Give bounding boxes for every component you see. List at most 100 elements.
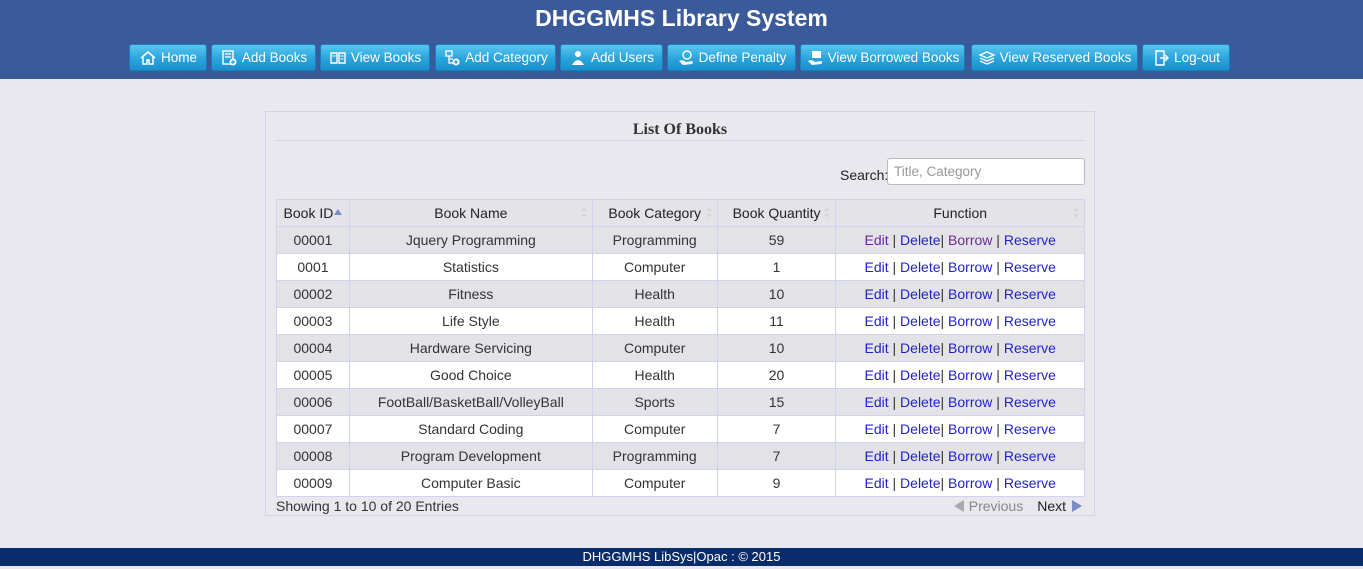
separator: |	[940, 475, 945, 491]
footer: DHGGMHS LibSys|Opac : © 2015	[0, 548, 1363, 566]
cell-book-category: Programming	[591, 226, 718, 254]
separator: |	[892, 394, 897, 410]
table-row: 00004 Hardware Servicing Computer 10 Edit | …	[276, 334, 1085, 362]
table-row: 00006 FootBall/BasketBall/VolleyBall Sport…	[276, 388, 1085, 416]
nav-view-books-button[interactable]: View Books	[320, 44, 430, 71]
column-header-book-name[interactable]: Book Name	[348, 199, 593, 227]
delete-link[interactable]: Delete	[900, 421, 940, 437]
delete-link[interactable]: Delete	[900, 286, 940, 302]
separator: |	[940, 232, 945, 248]
reserve-link[interactable]: Reserve	[1004, 367, 1056, 383]
nav-add-users-button[interactable]: Add Users	[560, 44, 663, 71]
cell-book-quantity: 7	[716, 442, 837, 470]
edit-link[interactable]: Edit	[865, 367, 889, 383]
edit-link[interactable]: Edit	[865, 232, 889, 248]
reserve-link[interactable]: Reserve	[1004, 340, 1056, 356]
reserve-link[interactable]: Reserve	[1004, 475, 1056, 491]
column-header-book-quantity[interactable]: Book Quantity	[716, 199, 837, 227]
separator: |	[996, 286, 1000, 302]
edit-link[interactable]: Edit	[865, 286, 889, 302]
borrow-link[interactable]: Borrow	[948, 394, 992, 410]
reserve-link[interactable]: Reserve	[1004, 286, 1056, 302]
header-bar: DHGGMHS Library System Home Add Books View…	[0, 0, 1363, 79]
nav-add-books-button[interactable]: Add Books	[211, 44, 316, 71]
edit-link[interactable]: Edit	[865, 340, 889, 356]
separator: |	[892, 286, 897, 302]
cell-book-category: Computer	[591, 469, 718, 497]
add-book-icon	[222, 49, 237, 65]
edit-link[interactable]: Edit	[865, 475, 889, 491]
nav-define-penalty-button[interactable]: Define Penalty	[667, 44, 796, 71]
nav-home-button[interactable]: Home	[129, 44, 207, 71]
edit-link[interactable]: Edit	[865, 313, 889, 329]
delete-link[interactable]: Delete	[900, 367, 940, 383]
panel-title: List Of Books	[276, 121, 1084, 141]
nav-log-out-button[interactable]: Log-out	[1142, 44, 1230, 71]
edit-link[interactable]: Edit	[865, 394, 889, 410]
entries-info: Showing 1 to 10 of 20 Entries	[276, 498, 459, 514]
cell-book-id: 00007	[276, 415, 350, 443]
reserve-link[interactable]: Reserve	[1004, 232, 1056, 248]
cell-book-category: Health	[591, 361, 718, 389]
previous-page-button[interactable]: Previous	[953, 498, 1024, 514]
column-header-book-category[interactable]: Book Category	[591, 199, 718, 227]
cell-book-quantity: 15	[716, 388, 837, 416]
table-row: 00009 Computer Basic Computer 9 Edit | Delet…	[276, 469, 1085, 497]
delete-link[interactable]: Delete	[900, 448, 940, 464]
cell-book-id: 00009	[276, 469, 350, 497]
nav-label: Define Penalty	[698, 50, 787, 65]
delete-link[interactable]: Delete	[900, 340, 940, 356]
separator: |	[892, 421, 897, 437]
cell-book-quantity: 9	[716, 469, 837, 497]
cell-function: Edit | Delete| Borrow | Reserve	[835, 361, 1085, 389]
delete-link[interactable]: Delete	[900, 232, 940, 248]
cell-function: Edit | Delete| Borrow | Reserve	[835, 442, 1085, 470]
delete-link[interactable]: Delete	[900, 475, 940, 491]
edit-link[interactable]: Edit	[865, 421, 889, 437]
edit-link[interactable]: Edit	[865, 448, 889, 464]
delete-link[interactable]: Delete	[900, 259, 940, 275]
cell-book-category: Health	[591, 280, 718, 308]
borrow-link[interactable]: Borrow	[948, 475, 992, 491]
reserve-link[interactable]: Reserve	[1004, 394, 1056, 410]
next-page-button[interactable]: Next	[1037, 498, 1082, 514]
separator: |	[892, 340, 897, 356]
separator: |	[892, 259, 897, 275]
cell-book-id: 0001	[276, 253, 350, 281]
reserve-link[interactable]: Reserve	[1004, 421, 1056, 437]
app-title: DHGGMHS Library System	[535, 5, 828, 31]
nav-view-reserved-books-button[interactable]: View Reserved Books	[971, 44, 1138, 71]
borrow-link[interactable]: Borrow	[948, 286, 992, 302]
borrow-link[interactable]: Borrow	[948, 259, 992, 275]
nav-add-category-button[interactable]: Add Category	[435, 44, 556, 71]
column-header-book-id[interactable]: Book ID	[276, 199, 350, 227]
pagination: Previous Next	[953, 498, 1082, 514]
delete-link[interactable]: Delete	[900, 313, 940, 329]
separator: |	[940, 259, 945, 275]
column-header-function[interactable]: Function	[835, 199, 1085, 227]
reserve-link[interactable]: Reserve	[1004, 313, 1056, 329]
borrow-link[interactable]: Borrow	[948, 232, 992, 248]
search-label: Search:	[840, 167, 889, 183]
reserve-link[interactable]: Reserve	[1004, 448, 1056, 464]
table-row: 00003 Life Style Health 11 Edit | Delete| Bo…	[276, 307, 1085, 335]
reserve-link[interactable]: Reserve	[1004, 259, 1056, 275]
nav-label: View Books	[350, 50, 422, 65]
delete-link[interactable]: Delete	[900, 394, 940, 410]
separator: |	[892, 367, 897, 383]
borrow-link[interactable]: Borrow	[948, 367, 992, 383]
borrow-link[interactable]: Borrow	[948, 313, 992, 329]
separator: |	[892, 475, 897, 491]
cell-book-id: 00002	[276, 280, 350, 308]
previous-label: Previous	[968, 498, 1024, 514]
separator: |	[996, 313, 1000, 329]
cell-book-quantity: 7	[716, 415, 837, 443]
borrow-link[interactable]: Borrow	[948, 421, 992, 437]
table-row: 00002 Fitness Health 10 Edit | Delete| Borro…	[276, 280, 1085, 308]
nav-view-borrowed-books-button[interactable]: View Borrowed Books	[800, 44, 965, 71]
borrow-link[interactable]: Borrow	[948, 448, 992, 464]
edit-link[interactable]: Edit	[865, 259, 889, 275]
search-input[interactable]	[887, 158, 1085, 185]
nav-label: View Borrowed Books	[827, 50, 960, 65]
borrow-link[interactable]: Borrow	[948, 340, 992, 356]
